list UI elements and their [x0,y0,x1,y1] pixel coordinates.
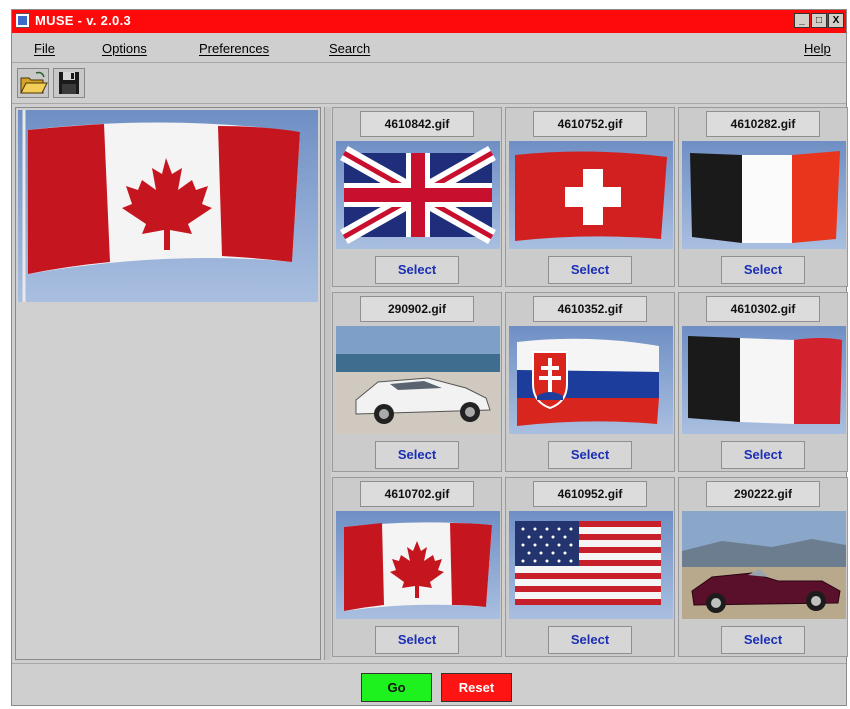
query-image-canada-flag [18,110,318,302]
select-button[interactable]: Select [721,626,805,654]
result-card: 4610702.gif Select [332,477,502,657]
thumbnail-uk-flag [336,141,500,249]
thumbnail-tricolor-flag [682,326,846,434]
save-button[interactable] [53,68,85,98]
result-card: 4610952.gif Select [505,477,675,657]
query-panel [15,107,321,660]
thumbnail-purple-roadster [682,511,846,619]
select-button[interactable]: Select [548,626,632,654]
menu-file[interactable]: File [34,41,55,56]
maximize-button[interactable]: □ [811,13,827,28]
result-filename: 4610282.gif [706,111,820,137]
result-card: 4610282.gif Select [678,107,848,287]
app-icon [15,13,30,28]
menu-options[interactable]: Options [102,41,147,56]
thumbnail-swiss-flag [509,141,673,249]
thumbnail-white-sports-car [336,326,500,434]
open-folder-icon [20,71,48,94]
result-card: 4610842.gif Select [332,107,502,287]
close-button[interactable]: X [828,13,844,28]
thumbnail-usa-flag [509,511,673,619]
result-filename: 4610702.gif [360,481,474,507]
thumbnail-slovakia-flag [509,326,673,434]
menu-preferences[interactable]: Preferences [199,41,269,56]
minimize-button[interactable]: _ [794,13,810,28]
go-button[interactable]: Go [361,673,432,702]
select-button[interactable]: Select [375,256,459,284]
result-card: 4610352.gif Select [505,292,675,472]
thumbnail-tricolor-flag [682,141,846,249]
select-button[interactable]: Select [548,441,632,469]
thumbnail-canada-flag [336,511,500,619]
select-button[interactable]: Select [375,441,459,469]
action-bar: Go Reset [12,663,846,706]
result-filename: 4610302.gif [706,296,820,322]
result-card: 4610302.gif Select [678,292,848,472]
result-filename: 4610842.gif [360,111,474,137]
select-button[interactable]: Select [548,256,632,284]
select-button[interactable]: Select [721,256,805,284]
toolbar [12,63,846,104]
result-filename: 290222.gif [706,481,820,507]
result-filename: 4610752.gif [533,111,647,137]
app-window: MUSE - v. 2.0.3 _ □ X File Options Prefe… [11,9,848,706]
menu-search[interactable]: Search [329,41,370,56]
title-bar[interactable]: MUSE - v. 2.0.3 _ □ X [12,10,846,33]
window-title: MUSE - v. 2.0.3 [35,13,132,28]
results-grid: 4610842.gif Select 4610752.gif Select 46… [332,107,848,660]
reset-button[interactable]: Reset [441,673,512,702]
result-card: 4610752.gif Select [505,107,675,287]
result-filename: 4610352.gif [533,296,647,322]
result-card: 290902.gif Select [332,292,502,472]
menu-help[interactable]: Help [804,41,831,56]
open-button[interactable] [17,68,49,98]
result-card: 290222.gif Select [678,477,848,657]
select-button[interactable]: Select [721,441,805,469]
menu-bar: File Options Preferences Search Help [12,34,846,63]
select-button[interactable]: Select [375,626,459,654]
split-pane-divider[interactable] [324,107,331,660]
result-filename: 4610952.gif [533,481,647,507]
floppy-disk-icon [59,72,79,94]
result-filename: 290902.gif [360,296,474,322]
